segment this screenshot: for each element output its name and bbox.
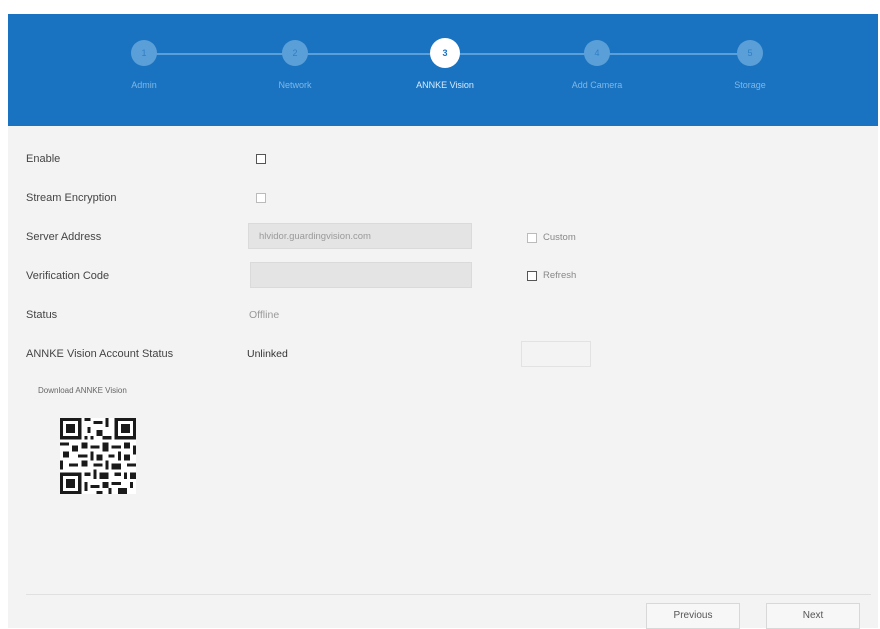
server-address-input[interactable]: hlvidor.guardingvision.com [248, 223, 472, 249]
footer-divider [26, 594, 871, 595]
status-label: Status [26, 309, 58, 321]
download-app-label: Download ANNKE Vision [38, 386, 127, 395]
refresh-checkbox[interactable] [527, 271, 537, 281]
step-label: Add Camera [571, 80, 623, 90]
step-indicator: 4 [584, 40, 610, 66]
wizard-step-annke-vision[interactable]: 3 ANNKE Vision [375, 38, 515, 90]
enable-label: Enable [26, 153, 61, 165]
qr-code-image [60, 418, 136, 494]
wizard-step-add-camera[interactable]: 4 Add Camera [527, 40, 667, 90]
server-address-label: Server Address [26, 231, 102, 243]
step-indicator: 5 [737, 40, 763, 66]
account-status-label: ANNKE Vision Account Status [26, 348, 174, 360]
custom-label: Custom [543, 232, 576, 243]
step-indicator: 3 [430, 38, 460, 68]
step-indicator: 1 [131, 40, 157, 66]
setup-wizard-window: 1 Admin 2 Network 3 ANNKE Vision 4 Add C… [8, 14, 878, 629]
wizard-step-admin[interactable]: 1 Admin [74, 40, 214, 90]
verification-code-input[interactable] [250, 262, 472, 288]
wizard-header: 1 Admin 2 Network 3 ANNKE Vision 4 Add C… [8, 14, 878, 126]
step-indicator: 2 [282, 40, 308, 66]
step-label: Network [278, 80, 312, 90]
custom-checkbox[interactable] [527, 233, 537, 243]
stream-encryption-label: Stream Encryption [26, 192, 117, 204]
status-value: Offline [249, 309, 280, 321]
step-label: Admin [131, 80, 157, 90]
unbind-button[interactable] [521, 341, 591, 367]
wizard-step-network[interactable]: 2 Network [225, 40, 365, 90]
step-label: ANNKE Vision [416, 80, 474, 90]
refresh-label: Refresh [543, 270, 577, 281]
next-button[interactable]: Next [766, 603, 860, 629]
wizard-step-storage[interactable]: 5 Storage [680, 40, 820, 90]
step-label: Storage [734, 80, 766, 90]
verification-code-label: Verification Code [26, 270, 110, 282]
previous-button[interactable]: Previous [646, 603, 740, 629]
stream-encryption-checkbox[interactable] [256, 193, 266, 203]
enable-checkbox[interactable] [256, 154, 266, 164]
account-status-value: Unlinked [247, 348, 288, 360]
